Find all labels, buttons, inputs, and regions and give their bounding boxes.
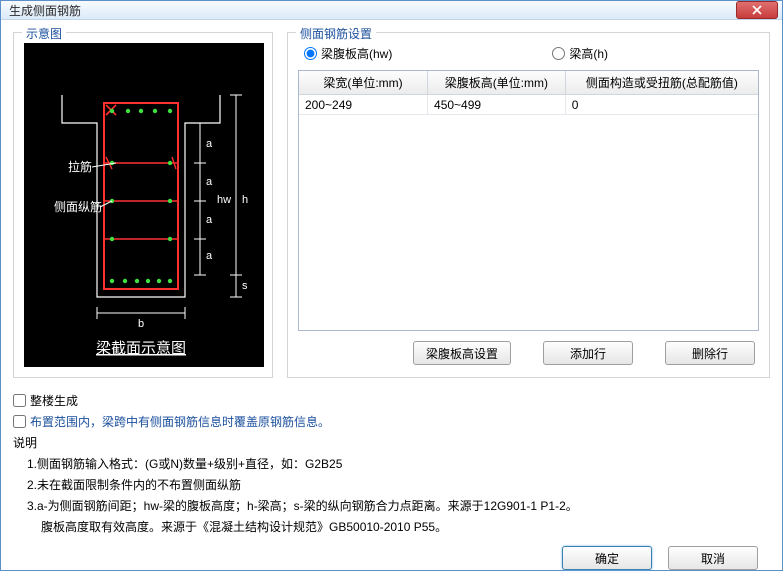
btn-delete-row[interactable]: 删除行: [665, 341, 755, 365]
radio-h[interactable]: [552, 47, 565, 60]
schematic-fieldset: 示意图: [13, 32, 273, 378]
radio-h-label[interactable]: 梁高(h): [552, 45, 608, 62]
note-item: 2.未在截面限制条件内的不布置侧面纵筋: [27, 476, 770, 494]
check-override-row: 布置范围内，梁跨中有侧面钢筋信息时覆盖原钢筋信息。: [13, 413, 770, 430]
svg-text:a: a: [206, 214, 213, 226]
rebar-table[interactable]: 梁宽(单位:mm) 梁腹板高(单位:mm) 侧面构造或受扭筋(总配筋值) 200…: [299, 71, 758, 115]
table-buttons: 梁腹板高设置 添加行 删除行: [298, 331, 759, 367]
titlebar: 生成侧面钢筋: [1, 1, 782, 20]
svg-text:拉筋: 拉筋: [68, 159, 92, 174]
cell-width[interactable]: 200~249: [299, 95, 428, 115]
svg-text:侧面纵筋: 侧面纵筋: [54, 199, 102, 214]
close-button[interactable]: [736, 1, 778, 19]
col-beam-width: 梁宽(单位:mm): [299, 71, 428, 95]
radio-hw[interactable]: [304, 47, 317, 60]
svg-text:hw: hw: [217, 194, 231, 206]
note-item: 3.a-为侧面钢筋间距；hw-梁的腹板高度；h-梁高；s-梁的纵向钢筋合力点距离…: [27, 497, 770, 515]
cell-hw[interactable]: 450~499: [428, 95, 566, 115]
svg-text:s: s: [242, 280, 248, 292]
schematic-legend: 示意图: [22, 25, 66, 42]
dialog-window: 生成侧面钢筋 示意图: [0, 0, 783, 571]
notes-title: 说明: [13, 434, 770, 451]
notes-list: 1.侧面钢筋输入格式：(G或N)数量+级别+直径，如：G2B25 2.未在截面限…: [13, 455, 770, 515]
svg-text:b: b: [138, 318, 144, 330]
note-sub: 腹板高度取有效高度。来源于《混凝土结构设计规范》GB50010-2010 P55…: [13, 518, 770, 535]
options-area: 整楼生成 布置范围内，梁跨中有侧面钢筋信息时覆盖原钢筋信息。 说明 1.侧面钢筋…: [13, 392, 770, 538]
dialog-footer: 确定 取消: [13, 538, 770, 570]
cell-rebar[interactable]: 0: [565, 95, 758, 115]
svg-text:a: a: [206, 138, 213, 150]
table-container: 梁宽(单位:mm) 梁腹板高(单位:mm) 侧面构造或受扭筋(总配筋值) 200…: [298, 70, 759, 331]
svg-text:a: a: [206, 176, 213, 188]
table-row[interactable]: 200~249 450~499 0: [299, 95, 758, 115]
table-header-row: 梁宽(单位:mm) 梁腹板高(单位:mm) 侧面构造或受扭筋(总配筋值): [299, 71, 758, 95]
cancel-button[interactable]: 取消: [668, 546, 758, 570]
content-area: 示意图: [1, 20, 782, 580]
check-override[interactable]: [13, 415, 26, 428]
settings-fieldset: 侧面钢筋设置 梁腹板高(hw) 梁高(h) 梁宽(单位:mm) 梁腹板高(单位:…: [287, 32, 770, 378]
settings-legend: 侧面钢筋设置: [296, 25, 376, 42]
note-item: 1.侧面钢筋输入格式：(G或N)数量+级别+直径，如：G2B25: [27, 455, 770, 473]
svg-text:a: a: [206, 250, 213, 262]
check-whole-building-label: 整楼生成: [30, 392, 78, 409]
radio-row: 梁腹板高(hw) 梁高(h): [298, 41, 759, 70]
col-web-height: 梁腹板高(单位:mm): [428, 71, 566, 95]
top-row: 示意图: [13, 26, 770, 378]
check-whole-building-row: 整楼生成: [13, 392, 770, 409]
ok-button[interactable]: 确定: [562, 546, 652, 570]
beam-section-diagram: a a a a hw h s b 拉筋 侧面纵筋: [24, 43, 264, 367]
btn-add-row[interactable]: 添加行: [543, 341, 633, 365]
radio-hw-label[interactable]: 梁腹板高(hw): [304, 45, 392, 62]
svg-text:梁截面示意图: 梁截面示意图: [96, 339, 186, 357]
svg-text:h: h: [242, 194, 248, 206]
check-whole-building[interactable]: [13, 394, 26, 407]
window-title: 生成侧面钢筋: [9, 2, 81, 19]
btn-hw-setting[interactable]: 梁腹板高设置: [413, 341, 511, 365]
col-side-rebar: 侧面构造或受扭筋(总配筋值): [565, 71, 758, 95]
check-override-label: 布置范围内，梁跨中有侧面钢筋信息时覆盖原钢筋信息。: [30, 413, 330, 430]
close-icon: [752, 5, 762, 15]
